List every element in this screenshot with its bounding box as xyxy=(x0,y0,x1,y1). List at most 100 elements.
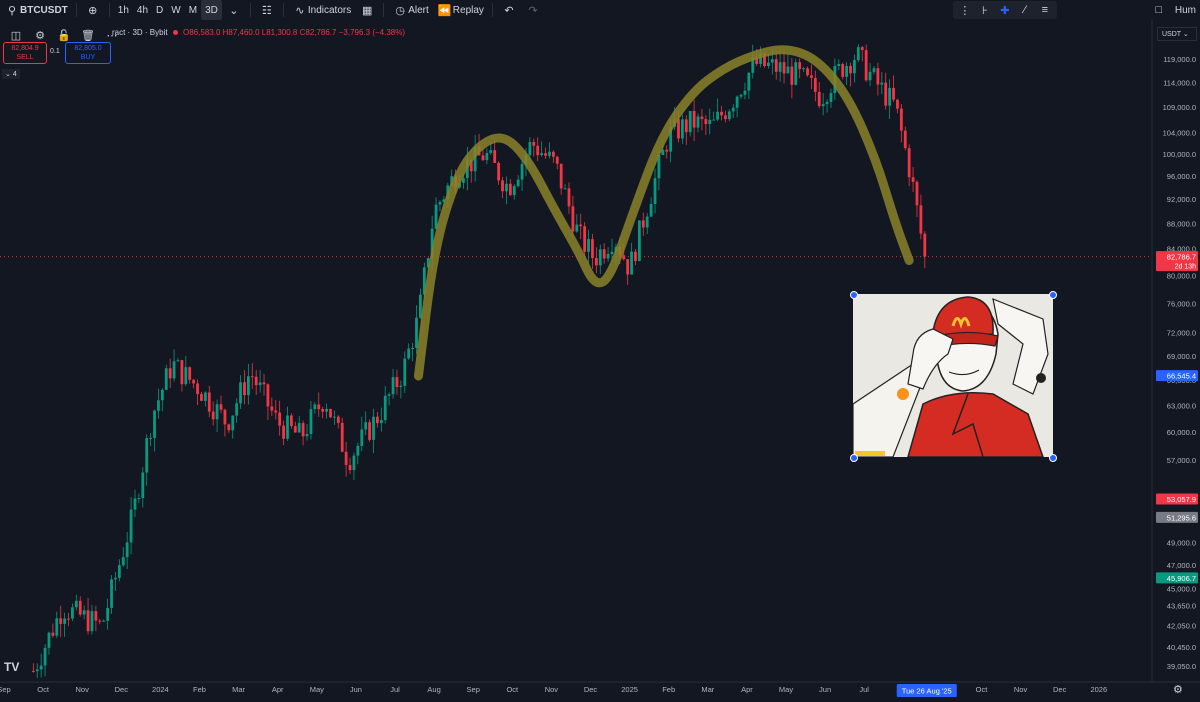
candle-body xyxy=(786,66,790,74)
alert-button[interactable]: ◷ Alert xyxy=(388,0,433,20)
candles-icon: ☷ xyxy=(261,4,272,17)
divider xyxy=(108,3,110,17)
lock-icon[interactable]: 🔓 xyxy=(56,27,72,43)
compare-button[interactable]: ⊕ xyxy=(81,0,105,20)
settings-gear-icon[interactable]: ⚙ xyxy=(32,27,48,43)
candle-body xyxy=(387,394,391,396)
candle-body xyxy=(278,412,282,426)
interval-w[interactable]: W xyxy=(167,0,184,20)
interval-4h[interactable]: 4h xyxy=(133,0,152,20)
trash-icon[interactable]: 🗑 xyxy=(80,27,96,43)
interval-3d[interactable]: 3D xyxy=(201,0,222,20)
add-object-icon[interactable]: ◫ xyxy=(8,27,24,43)
candle-body xyxy=(90,611,94,632)
y-tick-label: 96,000.0 xyxy=(1167,172,1196,181)
trend-line-tool-icon[interactable]: ∕ xyxy=(1017,2,1033,18)
y-tick-label: 40,450.0 xyxy=(1167,643,1196,652)
candle-body xyxy=(321,409,325,412)
candle-body xyxy=(849,65,852,74)
candle-body xyxy=(700,116,704,120)
x-tick-label: Sep xyxy=(0,685,11,694)
y-tick-label: 100,000.0 xyxy=(1163,150,1196,159)
x-tick-label: Feb xyxy=(193,685,206,694)
indicators-button[interactable]: ∿ Indicators xyxy=(288,0,355,20)
candle-body xyxy=(180,360,184,385)
lines-tool-icon[interactable]: ≡ xyxy=(1037,2,1053,18)
x-tick-label: Jul xyxy=(390,685,400,694)
redo-button[interactable]: ↷ xyxy=(521,0,545,20)
candle-body xyxy=(293,426,297,433)
candle-body xyxy=(309,409,313,434)
symbol-label: BTCUSDT xyxy=(20,4,68,16)
y-tick-label: 92,000.0 xyxy=(1167,195,1196,204)
candle-body xyxy=(575,224,579,232)
candle-body xyxy=(286,415,289,439)
candle-body xyxy=(391,377,395,395)
currency-selector[interactable]: USDT ⌄ xyxy=(1157,27,1197,41)
candle-body xyxy=(227,424,231,431)
interval-d[interactable]: D xyxy=(152,0,167,20)
symbol-search[interactable]: ⚲ BTCUSDT xyxy=(0,0,72,20)
interval-label: M xyxy=(188,4,198,16)
candle-body xyxy=(117,565,121,578)
fullscreen-button[interactable]: □ xyxy=(1147,0,1171,20)
y-tick-label: 76,000.0 xyxy=(1167,299,1196,308)
meme-image-overlay[interactable] xyxy=(853,294,1053,457)
candle-body xyxy=(352,455,356,471)
y-tick-label: 119,000.0 xyxy=(1163,55,1196,64)
drag-handle-icon[interactable]: ⋮ xyxy=(957,2,973,18)
undo-button[interactable]: ↶ xyxy=(497,0,521,20)
candle-body xyxy=(47,632,51,648)
vertical-line-tool-icon[interactable]: ⊦ xyxy=(977,2,993,18)
replay-button[interactable]: ⏪ Replay xyxy=(433,0,488,20)
candle-body xyxy=(250,376,254,378)
candle-body xyxy=(340,422,344,452)
buy-button[interactable]: 82,805.0 BUY xyxy=(65,42,111,64)
candle-body xyxy=(274,410,278,413)
templates-button[interactable]: ▦ xyxy=(355,0,379,20)
candle-body xyxy=(157,400,160,411)
candle-body xyxy=(692,110,696,128)
candle-body xyxy=(899,108,903,131)
divider xyxy=(75,3,77,17)
order-quantity[interactable]: 0.1 xyxy=(50,48,60,55)
interval-1h[interactable]: 1h xyxy=(114,0,133,20)
candle-body xyxy=(332,416,336,418)
interval-label: 3D xyxy=(205,4,218,16)
y-tick-label: 114,000.0 xyxy=(1163,78,1196,87)
y-tick-label: 69,000.0 xyxy=(1167,352,1196,361)
candle-body xyxy=(536,145,540,156)
account-menu[interactable]: Hum xyxy=(1171,0,1200,20)
candle-body xyxy=(825,102,829,105)
candle-body xyxy=(637,220,641,262)
chart-type-button[interactable]: ☷ xyxy=(255,0,279,20)
candle-body xyxy=(587,239,590,252)
x-tick-label: May xyxy=(779,685,793,694)
candle-body xyxy=(653,178,657,204)
legend-ohlc: O86,583.0 H87,460.0 L81,300.8 C82,786.7 … xyxy=(183,28,405,37)
candle-body xyxy=(356,445,360,456)
interval-m[interactable]: M xyxy=(185,0,201,20)
x-tick-label: Nov xyxy=(1014,685,1028,694)
candle-body xyxy=(125,542,129,558)
candle-body xyxy=(649,203,653,217)
candle-body xyxy=(395,377,399,387)
y-tick-label: 88,000.0 xyxy=(1167,219,1196,228)
legend-collapse-toggle[interactable]: ⌄ 4 xyxy=(2,69,20,79)
price-badge-countdown: 2d 13h xyxy=(1175,264,1197,271)
interval-dropdown[interactable]: ⌄ xyxy=(222,0,246,20)
resize-handle-bottom-right[interactable] xyxy=(1049,454,1057,462)
resize-handle-bottom-left[interactable] xyxy=(850,454,858,462)
crosshair-tool-icon[interactable]: ✚ xyxy=(997,2,1013,18)
resize-handle-top-right[interactable] xyxy=(1049,291,1057,299)
resize-handle-top-left[interactable] xyxy=(850,291,858,299)
tradingview-logo-icon[interactable]: TV xyxy=(4,660,19,674)
y-tick-label: 104,000.0 xyxy=(1163,128,1196,137)
candle-body xyxy=(528,142,532,156)
candle-body xyxy=(923,233,927,257)
candle-body xyxy=(555,156,559,164)
settings-gear-icon[interactable]: ⚙ xyxy=(1173,683,1183,696)
candle-body xyxy=(915,181,919,206)
sell-button[interactable]: 82,804.9 SELL xyxy=(3,42,47,64)
x-tick-label: 2025 xyxy=(621,685,638,694)
